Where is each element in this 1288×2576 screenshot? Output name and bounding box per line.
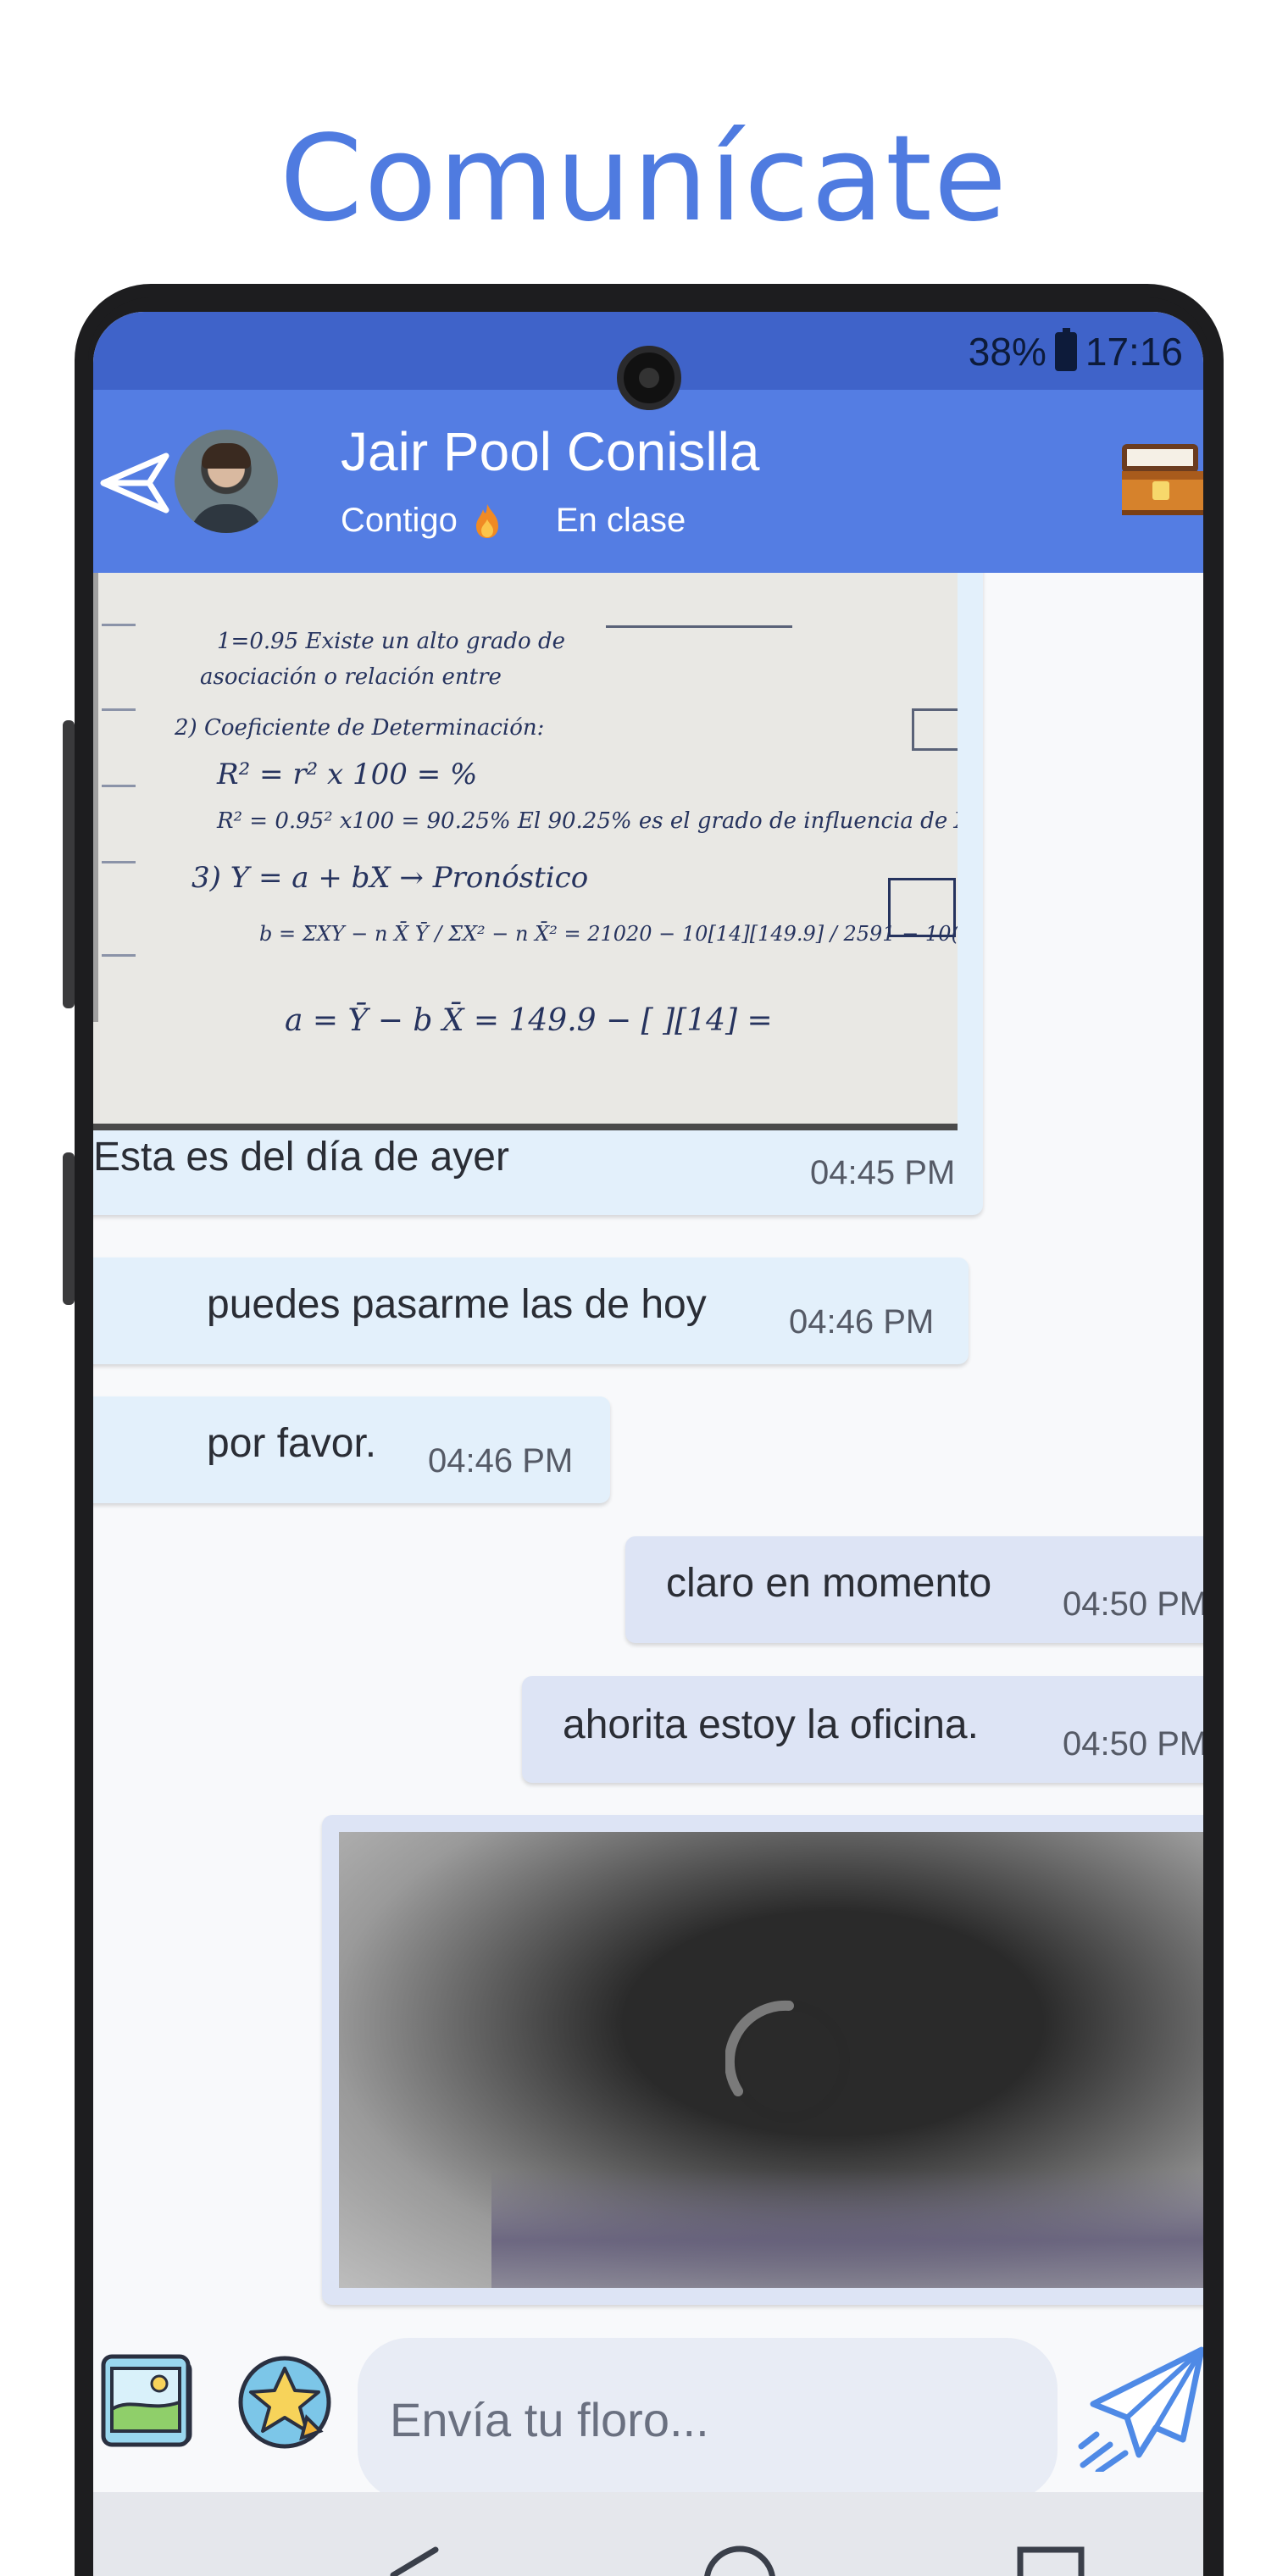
- contact-name[interactable]: Jair Pool Conislla: [341, 420, 759, 483]
- status-indicators: 38% 17:16: [968, 328, 1183, 375]
- message-text: puedes pasarme las de hoy: [207, 1282, 707, 1327]
- message-time: 04:46 PM: [428, 1442, 574, 1480]
- notes-line: b = ΣXY − n X̄ Ȳ / ΣX² − n X̄² = 21020 −…: [259, 922, 958, 946]
- message-composer: [93, 2323, 1203, 2501]
- chat-header: Jair Pool Conislla Contigo En clase: [93, 390, 1203, 573]
- promo-title: Comunícate: [280, 110, 1008, 248]
- battery-percent: 38%: [968, 330, 1046, 374]
- message-input[interactable]: [358, 2338, 1058, 2501]
- message-list[interactable]: 1=0.95 Existe un alto grado de asociació…: [93, 573, 1203, 2323]
- paper-plane-icon[interactable]: [1078, 2346, 1203, 2472]
- notes-line: 1=0.95 Existe un alto grado de: [217, 629, 565, 654]
- loading-spinner-icon: [725, 2000, 850, 2123]
- notes-line: asociación o relación entre: [200, 664, 502, 690]
- system-nav-bar: [93, 2492, 1203, 2576]
- fire-icon: [475, 503, 498, 538]
- clock: 17:16: [1085, 330, 1183, 374]
- notes-line: 2) Coeficiente de Determinación:: [175, 715, 545, 741]
- notes-line: R² = 0.95² x100 = 90.25% El 90.25% es el…: [217, 808, 958, 834]
- app-screen: 38% 17:16 Jair Pool Conislla Contigo En …: [93, 312, 1203, 2576]
- avatar[interactable]: [175, 430, 278, 533]
- message-time: 04:50 PM: [1063, 1585, 1203, 1623]
- notes-line: R² = r² x 100 = %: [217, 758, 478, 791]
- gallery-icon[interactable]: [98, 2353, 197, 2451]
- send-back-icon[interactable]: [97, 449, 173, 517]
- nav-home-icon[interactable]: [702, 2545, 778, 2576]
- message-text: por favor.: [207, 1421, 377, 1466]
- treasure-chest-icon[interactable]: [1115, 432, 1203, 520]
- notes-line: 3) Y = a + bX → Pronóstico: [192, 861, 589, 895]
- nav-back-icon[interactable]: [381, 2545, 449, 2576]
- battery-icon: [1054, 328, 1077, 371]
- message-bubble-incoming[interactable]: por favor. 04:46 PM: [93, 1396, 610, 1503]
- phone-side-button: [63, 1152, 75, 1305]
- phone-side-button: [63, 720, 75, 1008]
- message-bubble-outgoing[interactable]: claro en momento 04:50 PM: [625, 1536, 1203, 1643]
- message-bubble-incoming[interactable]: 1=0.95 Existe un alto grado de asociació…: [93, 573, 983, 1215]
- message-bubble-outgoing[interactable]: ahorita estoy la oficina. 04:50 PM: [522, 1676, 1203, 1783]
- message-text: ahorita estoy la oficina.: [563, 1702, 979, 1747]
- contact-subtitle: Contigo En clase: [341, 502, 686, 540]
- notes-line: a = Ȳ − b X̄ = 149.9 − [ ][14] =: [285, 1003, 773, 1038]
- message-time: 04:50 PM: [1063, 1725, 1203, 1763]
- contact-status: En clase: [555, 502, 686, 539]
- relation-label: Contigo: [341, 502, 458, 539]
- message-time: 04:46 PM: [789, 1303, 935, 1341]
- message-text: claro en momento: [666, 1561, 992, 1606]
- front-camera: [617, 346, 681, 410]
- nav-recent-icon[interactable]: [1013, 2545, 1090, 2576]
- message-bubble-incoming[interactable]: puedes pasarme las de hoy 04:46 PM: [93, 1257, 969, 1364]
- message-bubble-outgoing[interactable]: [322, 1815, 1203, 2305]
- sticker-icon[interactable]: [236, 2353, 334, 2451]
- message-text: Esta es del día de ayer: [93, 1135, 509, 1180]
- message-time: 04:45 PM: [810, 1154, 956, 1191]
- message-image-loading[interactable]: [339, 1832, 1203, 2288]
- message-image[interactable]: 1=0.95 Existe un alto grado de asociació…: [93, 573, 958, 1130]
